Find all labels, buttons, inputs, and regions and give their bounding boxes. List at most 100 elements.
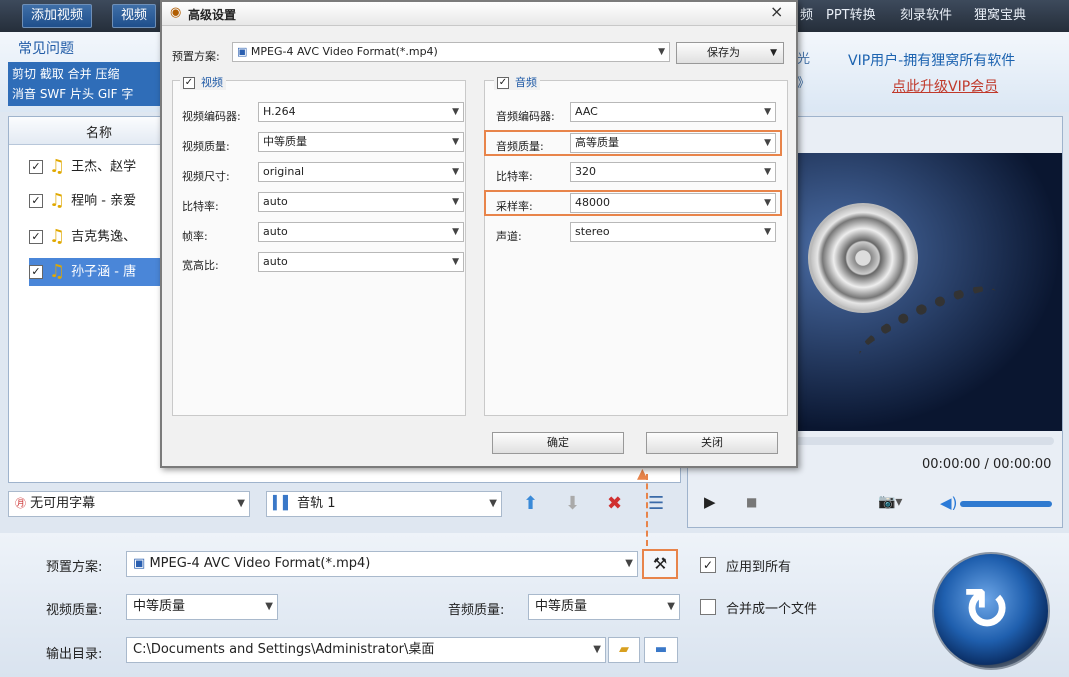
- list-item[interactable]: ✓ ♫ 程响 - 亲爱: [29, 187, 179, 215]
- list-item-selected[interactable]: ✓ ♫ 孙子涵 - 唐: [29, 258, 181, 286]
- item-checkbox[interactable]: ✓: [29, 160, 43, 174]
- audio-quality-label: 音频质量:: [496, 140, 544, 153]
- aspect-ratio-dropdown[interactable]: auto ▼: [258, 252, 464, 272]
- dialog-preset-dropdown[interactable]: ▣ MPEG-4 AVC Video Format(*.mp4) ▼: [232, 42, 670, 62]
- item-checkbox[interactable]: ✓: [29, 265, 43, 279]
- audio-track-dropdown[interactable]: ▍▌ 音轨 1 ▼: [266, 491, 502, 517]
- chevron-down-icon[interactable]: ▼: [452, 163, 459, 181]
- item-checkbox[interactable]: ✓: [29, 194, 43, 208]
- column-name-header[interactable]: 名称: [86, 122, 112, 141]
- audio-quality-dropdown[interactable]: 高等质量 ▼: [570, 133, 776, 153]
- chevron-down-icon[interactable]: ▼: [764, 223, 771, 241]
- subtitle-dropdown[interactable]: ㊊ 无可用字幕 ▼: [8, 491, 250, 517]
- chevron-down-icon[interactable]: ▼: [237, 492, 245, 516]
- chevron-down-icon[interactable]: ▼: [667, 595, 675, 619]
- list-item[interactable]: ✓ ♫ 王杰、赵学: [29, 153, 179, 181]
- open-folder-button[interactable]: ▬: [644, 637, 678, 663]
- list-item[interactable]: ✓ ♫ 吉克隽逸、: [29, 223, 179, 251]
- chevron-down-icon[interactable]: ▼: [764, 134, 771, 152]
- move-down-icon[interactable]: ⬇: [565, 493, 580, 514]
- faq-title[interactable]: 常见问题: [18, 38, 74, 58]
- video-bitrate-dropdown[interactable]: auto ▼: [258, 192, 464, 212]
- save-as-button[interactable]: 保存为 ▼: [676, 42, 784, 64]
- channel-dropdown[interactable]: stereo ▼: [570, 222, 776, 242]
- move-up-icon[interactable]: ⬆: [523, 493, 538, 514]
- audio-quality-dropdown[interactable]: 中等质量 ▼: [528, 594, 680, 620]
- output-dir-label: 输出目录:: [46, 647, 103, 662]
- audio-bitrate-dropdown[interactable]: 320 ▼: [570, 162, 776, 182]
- audio-codec-label: 音频编码器:: [496, 110, 555, 123]
- video-quality-dropdown[interactable]: 中等质量 ▼: [258, 132, 464, 152]
- snapshot-icon[interactable]: 📷▾: [878, 494, 902, 510]
- merge-label: 合并成一个文件: [726, 602, 818, 617]
- chevron-down-icon[interactable]: ▼: [452, 253, 459, 271]
- dialog-preset-label: 预置方案:: [172, 50, 220, 63]
- chevron-down-icon[interactable]: ▼: [452, 103, 459, 121]
- chevron-down-icon[interactable]: ▼: [452, 223, 459, 241]
- video-size-dropdown[interactable]: original ▼: [258, 162, 464, 182]
- preset-dropdown[interactable]: ▣ MPEG-4 AVC Video Format(*.mp4) ▼: [126, 551, 638, 577]
- burn-software-link[interactable]: 刻录软件: [900, 0, 952, 32]
- highlight-connector: [646, 474, 648, 546]
- preset-value: MPEG-4 AVC Video Format(*.mp4): [149, 556, 371, 571]
- video-codec-dropdown[interactable]: H.264 ▼: [258, 102, 464, 122]
- frame-rate-dropdown[interactable]: auto ▼: [258, 222, 464, 242]
- add-video-button[interactable]: 添加视频: [22, 4, 93, 28]
- chevron-down-icon[interactable]: ▼: [489, 492, 497, 516]
- ok-button[interactable]: 确定: [492, 432, 624, 454]
- stop-icon[interactable]: ■: [746, 495, 757, 509]
- advanced-settings-dialog: ◉ 高级设置 × 预置方案: ▣ MPEG-4 AVC Video Format…: [160, 0, 798, 468]
- video-tab-button[interactable]: 视频: [112, 4, 157, 28]
- video-link[interactable]: 频: [800, 0, 813, 32]
- chevron-down-icon[interactable]: ▼: [770, 43, 777, 63]
- wrench-icon: ⚒: [652, 554, 668, 573]
- video-size-value: original: [263, 165, 305, 178]
- audio-enable-checkbox[interactable]: ✓: [497, 77, 509, 89]
- audio-bitrate-label: 比特率:: [496, 170, 533, 183]
- volume-slider[interactable]: [960, 501, 1052, 507]
- chevron-down-icon[interactable]: ▼: [764, 163, 771, 181]
- chevron-down-icon[interactable]: ▼: [764, 194, 771, 212]
- chevron-down-icon[interactable]: ▼: [658, 43, 665, 61]
- video-enable-checkbox[interactable]: ✓: [183, 77, 195, 89]
- aspect-ratio-label: 宽高比:: [182, 259, 219, 272]
- chevron-down-icon[interactable]: ▼: [764, 103, 771, 121]
- list-clear-icon[interactable]: ☰: [648, 493, 664, 514]
- dialog-titlebar[interactable]: ◉ 高级设置 ×: [162, 2, 796, 26]
- browse-folder-button[interactable]: ▰: [608, 637, 640, 663]
- vip-upgrade-link[interactable]: 点此升级VIP会员: [892, 76, 998, 96]
- video-settings-group: [172, 80, 466, 416]
- collection-link[interactable]: 狸窝宝典: [974, 0, 1026, 32]
- merge-checkbox[interactable]: [700, 599, 716, 615]
- video-quality-value: 中等质量: [263, 135, 307, 148]
- volume-icon[interactable]: ◀): [940, 494, 957, 512]
- output-dir-field[interactable]: C:\Documents and Settings\Administrator\…: [126, 637, 606, 663]
- aspect-ratio-value: auto: [263, 255, 288, 268]
- chevron-down-icon[interactable]: ▼: [452, 193, 459, 211]
- video-quality-dropdown[interactable]: 中等质量 ▼: [126, 594, 278, 620]
- film-reel-icon: [808, 203, 918, 313]
- play-icon[interactable]: ▶: [704, 493, 716, 511]
- video-codec-value: H.264: [263, 105, 296, 118]
- chevron-down-icon[interactable]: ▼: [593, 638, 601, 662]
- tags-line-1[interactable]: 剪切 截取 合并 压缩: [12, 64, 164, 84]
- chevron-down-icon[interactable]: ▼: [625, 552, 633, 576]
- sample-rate-dropdown[interactable]: 48000 ▼: [570, 193, 776, 213]
- item-name: 吉克隽逸、: [71, 229, 137, 245]
- item-checkbox[interactable]: ✓: [29, 230, 43, 244]
- apply-all-checkbox[interactable]: ✓: [700, 557, 716, 573]
- delete-icon[interactable]: ✖: [607, 493, 622, 514]
- audio-codec-dropdown[interactable]: AAC ▼: [570, 102, 776, 122]
- chevron-down-icon[interactable]: ▼: [265, 595, 273, 619]
- audio-quality-value: 中等质量: [535, 599, 588, 614]
- close-button[interactable]: 关闭: [646, 432, 778, 454]
- advanced-settings-button[interactable]: ⚒: [642, 549, 678, 579]
- close-icon[interactable]: ×: [770, 2, 783, 21]
- arrow-up-icon: ▲: [637, 466, 648, 482]
- ppt-convert-link[interactable]: PPT转换: [826, 0, 876, 32]
- preset-label: 预置方案:: [46, 560, 103, 575]
- open-folder-icon: ▬: [654, 642, 668, 657]
- tags-line-2[interactable]: 消音 SWF 片头 GIF 字: [12, 84, 164, 104]
- video-group-label: 视频: [201, 76, 223, 89]
- chevron-down-icon[interactable]: ▼: [452, 133, 459, 151]
